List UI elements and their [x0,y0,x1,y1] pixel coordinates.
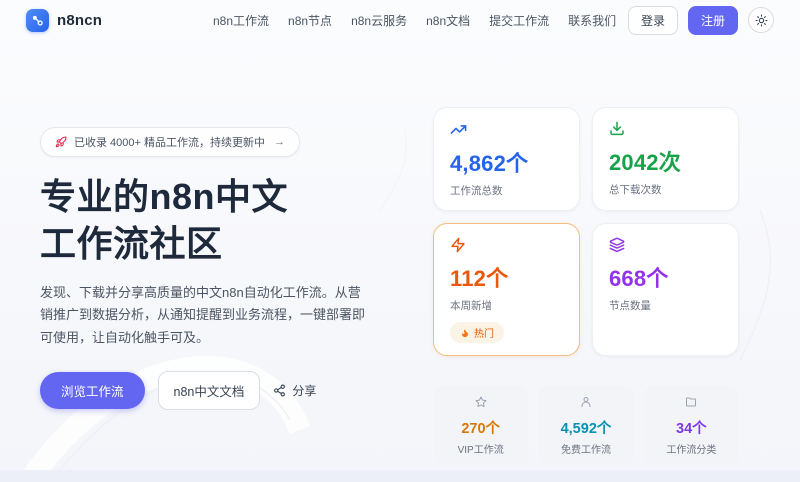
hero-description: 发现、下载并分享高质量的中文n8n自动化工作流。从营销推广到数据分析，从通知提醒… [40,282,372,350]
stat-label: 总下载次数 [609,182,722,197]
brand-logo[interactable]: n8ncn [26,9,102,32]
mini-stat-value: 4,592个 [542,417,629,438]
login-button[interactable]: 登录 [628,6,678,35]
stat-card-new-this-week: 112个 本周新增 热门 [433,223,580,356]
flame-icon [460,328,470,338]
stat-label: 节点数量 [609,298,722,313]
hero-section: 已收录 4000+ 精品工作流，持续更新中 → 专业的n8n中文工作流社区 发现… [40,127,385,410]
rocket-icon [55,136,67,148]
download-icon [609,121,722,137]
layers-icon [609,237,722,253]
hot-badge-label: 热门 [474,325,494,340]
stats-panel: 4,862个 工作流总数 2042次 总下载次数 112个 本周新增 [433,107,739,466]
header: n8ncn n8n工作流 n8n节点 n8n云服务 n8n文档 提交工作流 联系… [0,0,800,40]
hero-actions: 浏览工作流 n8n中文文档 分享 [40,371,385,410]
stat-card-node-count: 668个 节点数量 [592,223,739,356]
theme-toggle-button[interactable] [748,7,774,33]
mini-card-free-workflows: 4,592个 免费工作流 [538,386,633,466]
nav-item-nodes[interactable]: n8n节点 [288,12,332,29]
stat-value: 668个 [609,261,722,293]
header-actions: 登录 注册 [628,6,774,35]
sun-icon [755,14,768,27]
docs-button[interactable]: n8n中文文档 [158,371,261,410]
stats-grid: 4,862个 工作流总数 2042次 总下载次数 112个 本周新增 [433,107,739,356]
bottom-band [0,470,800,482]
mini-stat-label: 免费工作流 [542,441,629,456]
stat-card-total-downloads: 2042次 总下载次数 [592,107,739,211]
share-button[interactable]: 分享 [273,382,316,399]
register-button[interactable]: 注册 [688,6,738,35]
stat-label: 工作流总数 [450,183,563,198]
badge-text: 已收录 4000+ 精品工作流，持续更新中 [74,134,265,150]
folder-icon [685,396,697,408]
brand-name: n8ncn [57,12,102,29]
stat-value: 4,862个 [450,146,563,178]
nav-item-submit[interactable]: 提交工作流 [489,12,549,29]
stat-label: 本周新增 [450,298,563,313]
arrow-right-icon: → [274,136,285,148]
nav-item-cloud[interactable]: n8n云服务 [351,12,407,29]
stat-value: 2042次 [609,145,722,177]
stat-value: 112个 [450,261,563,293]
trending-up-icon [450,121,563,138]
mini-stats-row: 270个 VIP工作流 4,592个 免费工作流 34个 工作流分类 [433,386,739,466]
browse-workflows-button[interactable]: 浏览工作流 [40,372,145,409]
star-icon [475,396,487,408]
share-label: 分享 [292,382,316,399]
nav-item-docs[interactable]: n8n文档 [426,12,470,29]
page-title: 专业的n8n中文工作流社区 [40,174,302,268]
zap-icon [450,237,563,253]
stat-card-total-workflows: 4,862个 工作流总数 [433,107,580,211]
mini-stat-label: VIP工作流 [437,441,524,456]
mini-card-workflow-categories: 34个 工作流分类 [644,386,739,466]
hot-badge: 热门 [450,322,504,343]
mini-stat-value: 270个 [437,417,524,438]
nav-item-workflows[interactable]: n8n工作流 [213,12,269,29]
share-icon [273,384,286,397]
users-icon [580,396,592,408]
logo-icon [26,9,49,32]
announcement-badge[interactable]: 已收录 4000+ 精品工作流，持续更新中 → [40,127,300,157]
nav-item-contact[interactable]: 联系我们 [568,12,616,29]
main-nav: n8n工作流 n8n节点 n8n云服务 n8n文档 提交工作流 联系我们 [213,0,616,40]
mini-stat-value: 34个 [648,417,735,438]
mini-stat-label: 工作流分类 [648,441,735,456]
mini-card-vip-workflows: 270个 VIP工作流 [433,386,528,466]
